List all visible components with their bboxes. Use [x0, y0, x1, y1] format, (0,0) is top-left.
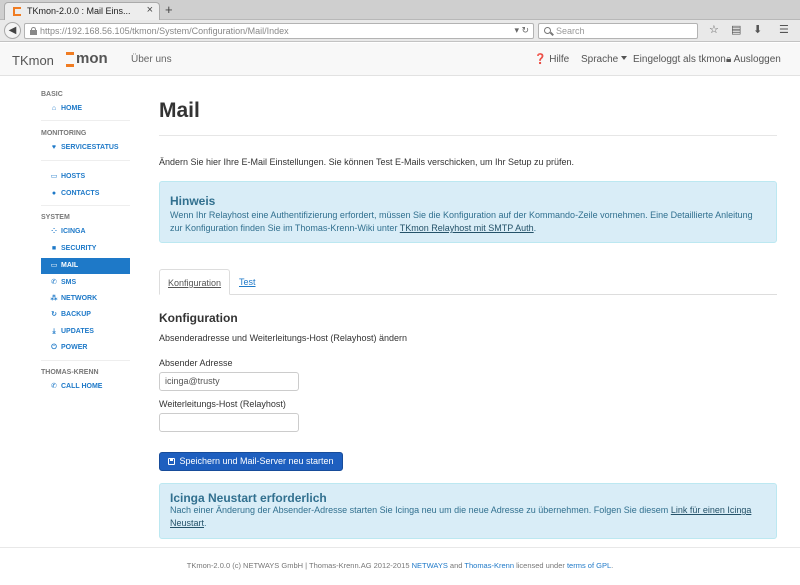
- hint-alert: Hinweis Wenn Ihr Relayhost eine Authenti…: [159, 181, 777, 243]
- sidebar-item-icinga[interactable]: ⁘ ICINGA: [41, 224, 130, 240]
- language-dropdown[interactable]: Sprache: [581, 54, 628, 65]
- tab-bar: Konfiguration Test: [159, 269, 777, 295]
- sidebar-item-contacts[interactable]: ● CONTACTS: [41, 186, 130, 202]
- bookmark-star-icon[interactable]: ☆: [709, 23, 719, 36]
- reload-icon[interactable]: ▾ ↻: [514, 25, 529, 36]
- footer: TKmon-2.0.0 (c) NETWAYS GmbH | Thomas-Kr…: [186, 561, 614, 570]
- heart-icon: ♥: [51, 144, 57, 151]
- download-icon: ⤓: [52, 328, 56, 335]
- restart-text: Nach einer Änderung der Absender-Adresse…: [170, 505, 752, 528]
- save-label: Speichern und Mail-Server neu starten: [179, 456, 334, 466]
- download-icon[interactable]: ⬇: [753, 23, 762, 36]
- caret-down-icon: [621, 56, 628, 60]
- search-icon: [544, 27, 551, 34]
- logged-in-user: Eingeloggt als tkmon: [633, 54, 726, 65]
- sidebar-section-basic: BASIC: [41, 91, 63, 98]
- section-subtitle: Absenderadresse und Weiterleitungs-Host …: [159, 333, 407, 343]
- browser-tab[interactable]: TKmon-2.0.0 : Mail Eins... ×: [4, 2, 160, 20]
- relay-label: Weiterleitungs-Host (Relayhost): [159, 399, 286, 409]
- phone-icon: ✆: [51, 279, 57, 286]
- page-title: Mail: [159, 99, 200, 122]
- hint-text: Wenn Ihr Relayhost eine Authentifizierun…: [170, 210, 753, 233]
- tkmon-logo[interactable]: mon: [66, 50, 112, 69]
- sidebar-item-servicestatus[interactable]: ♥ SERVICESTATUS: [41, 140, 130, 156]
- network-icon: ⁂: [50, 295, 58, 302]
- search-bar[interactable]: Search: [538, 23, 698, 39]
- footer-divider: [0, 547, 800, 548]
- close-tab-icon[interactable]: ×: [147, 4, 153, 16]
- favicon-icon: [13, 7, 21, 16]
- sidebar-item-sms[interactable]: ✆ SMS: [41, 275, 130, 291]
- hint-title: Hinweis: [170, 194, 216, 208]
- help-icon: ❓: [534, 54, 547, 65]
- sidebar-section-system: SYSTEM: [41, 214, 70, 221]
- sidebar-item-network[interactable]: ⁂ NETWORK: [41, 291, 130, 307]
- help-link[interactable]: ❓ Hilfe: [534, 54, 569, 65]
- restart-alert: Icinga Neustart erforderlich Nach einer …: [159, 483, 777, 539]
- brand-name[interactable]: TKmon: [12, 53, 54, 68]
- thomas-krenn-link[interactable]: Thomas-Krenn: [464, 561, 514, 570]
- relayhost-wiki-link[interactable]: TKmon Relayhost mit SMTP Auth: [400, 223, 534, 233]
- url-text: https://192.168.56.105/tkmon/System/Conf…: [40, 26, 289, 36]
- help-label: Hilfe: [549, 54, 570, 65]
- save-button[interactable]: Speichern und Mail-Server neu starten: [159, 452, 343, 471]
- tab-konfiguration[interactable]: Konfiguration: [159, 269, 231, 295]
- sidebar-item-mail[interactable]: ▭ MAIL: [41, 258, 130, 274]
- sidebar-item-updates[interactable]: ⤓ UPDATES: [41, 324, 130, 340]
- sidebar-section-thomas-krenn: THOMAS-KRENN: [41, 369, 99, 376]
- section-title: Konfiguration: [159, 311, 238, 325]
- phone-icon: ✆: [51, 383, 57, 390]
- power-icon: ⏻︎: [51, 344, 57, 351]
- url-host: https://192.168.56.105: [40, 26, 130, 36]
- sidebar-item-hosts[interactable]: ▭ HOSTS: [41, 169, 130, 185]
- new-tab-icon[interactable]: +: [165, 2, 173, 17]
- logout-link[interactable]: 🔒︎ Ausloggen: [726, 54, 781, 65]
- sender-label: Absender Adresse: [159, 358, 233, 368]
- menu-icon[interactable]: ☰: [779, 23, 789, 36]
- tab-title: TKmon-2.0.0 : Mail Eins...: [27, 6, 131, 16]
- bookmarks-icon[interactable]: ▤: [731, 23, 741, 36]
- inbox-icon: ▭: [50, 262, 58, 269]
- logout-label: Ausloggen: [733, 54, 781, 65]
- sidebar-item-call-home[interactable]: ✆ CALL HOME: [41, 379, 130, 395]
- restart-title: Icinga Neustart erforderlich: [170, 491, 327, 505]
- lock-icon: [30, 27, 37, 35]
- sidebar-item-power[interactable]: ⏻︎ POWER: [41, 340, 130, 356]
- relayhost-field[interactable]: [159, 413, 299, 432]
- user-icon: ●: [51, 190, 57, 197]
- url-path: /tkmon/System/Configuration/Mail/Index: [129, 26, 289, 36]
- sidebar-item-backup[interactable]: ↻ BACKUP: [41, 307, 130, 323]
- icinga-icon: ⁘: [51, 228, 57, 235]
- search-placeholder: Search: [556, 26, 585, 36]
- tab-test[interactable]: Test: [231, 269, 264, 295]
- title-divider: [159, 135, 777, 136]
- intro-text: Ändern Sie hier Ihre E-Mail Einstellunge…: [159, 157, 575, 167]
- back-icon[interactable]: ◀: [4, 22, 21, 39]
- home-icon: ⌂: [51, 105, 57, 112]
- sender-address-field[interactable]: icinga@trusty: [159, 372, 299, 391]
- about-link[interactable]: Über uns: [131, 54, 172, 65]
- app-header: TKmon mon Über uns ❓ Hilfe Sprache Einge…: [0, 43, 800, 76]
- gpl-link[interactable]: terms of GPL: [567, 561, 611, 570]
- sidebar-section-monitoring: MONITORING: [41, 130, 87, 137]
- language-label: Sprache: [581, 54, 619, 65]
- browser-navbar: ◀ https://192.168.56.105/tkmon/System/Co…: [0, 20, 800, 42]
- browser-tabbar: TKmon-2.0.0 : Mail Eins... × +: [0, 0, 800, 20]
- sidebar-item-home[interactable]: ⌂ HOME: [41, 101, 130, 117]
- sidebar-item-security[interactable]: ■ SECURITY: [41, 241, 130, 257]
- lock-icon: ■: [51, 245, 57, 252]
- lock-icon: 🔒︎: [726, 54, 732, 65]
- url-bar[interactable]: https://192.168.56.105/tkmon/System/Conf…: [24, 23, 534, 39]
- refresh-icon: ↻: [51, 311, 57, 318]
- floppy-disk-icon: [168, 458, 176, 465]
- monitor-icon: ▭: [50, 173, 58, 180]
- netways-link[interactable]: NETWAYS: [412, 561, 448, 570]
- logo-text: mon: [76, 50, 108, 67]
